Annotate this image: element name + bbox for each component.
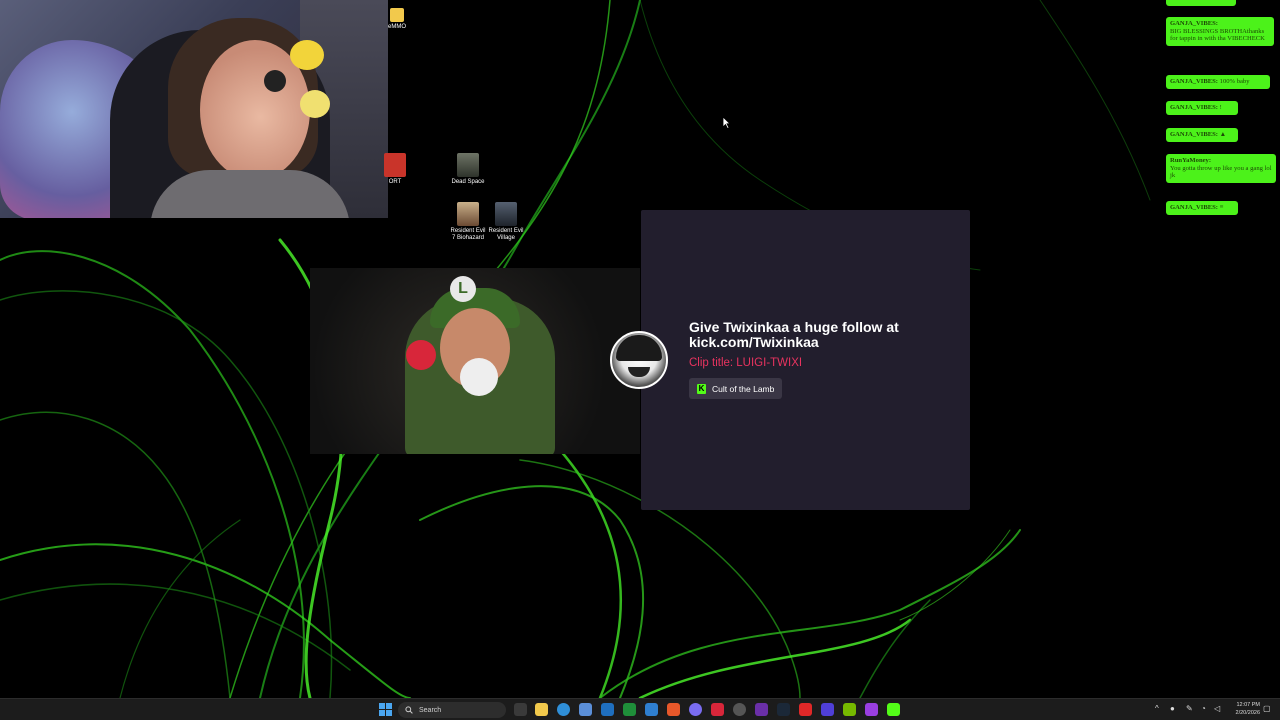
notification-icon[interactable]: ▢ bbox=[1263, 704, 1271, 713]
folder-icon bbox=[390, 8, 404, 22]
chat-text: 100% baby bbox=[1219, 78, 1250, 85]
clock[interactable]: 12:07 PM 2/20/2026 bbox=[1226, 701, 1260, 717]
kick-icon: K bbox=[697, 383, 706, 394]
app-icon[interactable] bbox=[821, 703, 834, 716]
clip-avatar bbox=[610, 331, 668, 389]
clock-time: 12:07 PM bbox=[1236, 702, 1260, 708]
game-icon bbox=[457, 202, 479, 226]
chat-message: RunYaMoney: You gotta throw up like you … bbox=[1166, 154, 1276, 183]
app-icon[interactable] bbox=[799, 703, 812, 716]
chat-message: GANJA_VIBES: ≡ bbox=[1166, 201, 1238, 215]
desktop-icon-emmo[interactable]: eMMO bbox=[377, 8, 417, 31]
chat-message: GANJA_VIBES: ! bbox=[1166, 101, 1238, 115]
task-view-icon[interactable] bbox=[514, 703, 527, 716]
chat-message: GANJA_VIBES: BIG BLESSINGS BROTHAthanks … bbox=[1166, 17, 1274, 46]
chat-username: GANJA_VIBES: bbox=[1170, 204, 1218, 211]
steam-icon[interactable] bbox=[777, 703, 790, 716]
brave-icon[interactable] bbox=[667, 703, 680, 716]
chat-text: ▲ bbox=[1219, 131, 1227, 138]
clip-game-badge: K Cult of the Lamb bbox=[689, 378, 783, 399]
discord-icon[interactable] bbox=[689, 703, 702, 716]
start-button[interactable] bbox=[379, 703, 392, 716]
chat-text: BIG BLESSINGS BROTHAthanks for tappin in… bbox=[1170, 27, 1265, 43]
store-icon[interactable] bbox=[579, 703, 592, 716]
desktop-icon-label: Resident Evil 7 Biohazard bbox=[450, 228, 486, 241]
chat-username: GANJA_VIBES: bbox=[1170, 78, 1218, 85]
chat-message: GANJA_VIBES: 100% baby bbox=[1166, 75, 1270, 89]
chat-text: ≡ bbox=[1219, 204, 1224, 211]
app-icon bbox=[384, 153, 406, 177]
photos-icon[interactable] bbox=[645, 703, 658, 716]
nvidia-icon[interactable] bbox=[843, 703, 856, 716]
microphone-icon[interactable]: ● bbox=[1170, 704, 1175, 713]
desktop-icon-label: Dead Space bbox=[451, 179, 485, 185]
pen-icon[interactable]: ✎ bbox=[1186, 704, 1193, 713]
search-icon bbox=[405, 706, 413, 714]
mouse-cursor-icon bbox=[722, 116, 731, 129]
desktop-icon-re7[interactable]: Resident Evil 7 Biohazard bbox=[448, 202, 488, 242]
clip-game-label: Cult of the Lamb bbox=[712, 383, 775, 394]
game-icon bbox=[457, 153, 479, 177]
chat-username: GANJA_VIBES: bbox=[1170, 131, 1218, 138]
desktop-icon-label: eMMO bbox=[388, 24, 406, 30]
wifi-icon[interactable]: ◔ bbox=[1201, 704, 1206, 713]
clip-title: Clip title: LUIGI-TWIXI bbox=[689, 357, 803, 369]
game-icon bbox=[495, 202, 517, 226]
desktop-icon-label: Resident Evil Village bbox=[488, 228, 524, 241]
file-explorer-icon[interactable] bbox=[535, 703, 548, 716]
chat-text: ! bbox=[1219, 104, 1222, 111]
obs-icon[interactable] bbox=[733, 703, 746, 716]
clip-follow-text: Give Twixinkaa a huge follow at kick.com… bbox=[689, 319, 899, 350]
desktop-icon-ort[interactable]: ORT bbox=[375, 153, 415, 186]
pin-icon[interactable] bbox=[711, 703, 724, 716]
desktop-icon-label: ORT bbox=[388, 179, 402, 185]
taskbar-search[interactable]: Search bbox=[398, 702, 506, 718]
chat-username: RunYaMoney: bbox=[1170, 157, 1212, 164]
mail-icon[interactable] bbox=[601, 703, 614, 716]
twitch-icon[interactable] bbox=[865, 703, 878, 716]
chevron-up-icon[interactable]: ^ bbox=[1155, 704, 1159, 713]
edge-icon[interactable] bbox=[557, 703, 570, 716]
kick-taskbar-icon[interactable] bbox=[887, 703, 900, 716]
chat-message: GANJA_VIBES: ▲ bbox=[1166, 128, 1238, 142]
desktop-icon-dead-space[interactable]: Dead Space bbox=[448, 153, 488, 186]
streamer-webcam bbox=[0, 0, 388, 218]
volume-icon[interactable]: ◁ bbox=[1214, 704, 1220, 713]
app-icon[interactable] bbox=[755, 703, 768, 716]
xbox-icon[interactable] bbox=[623, 703, 636, 716]
clock-date: 2/20/2026 bbox=[1235, 710, 1260, 716]
chat-username: GANJA_VIBES: bbox=[1170, 104, 1218, 111]
taskbar-search-label: Search bbox=[419, 706, 442, 714]
chat-username: GANJA_VIBES: bbox=[1170, 20, 1218, 27]
chat-text: You gotta throw up like you a gang lol j… bbox=[1170, 164, 1272, 180]
taskbar: Search ^ ● ✎ ◔ ◁ 12:07 PM 2/20/2026 ▢ bbox=[0, 698, 1280, 720]
clip-video: L bbox=[310, 268, 640, 454]
chat-message-partial bbox=[1166, 0, 1236, 6]
desktop-icon-re-village[interactable]: Resident Evil Village bbox=[486, 202, 526, 242]
